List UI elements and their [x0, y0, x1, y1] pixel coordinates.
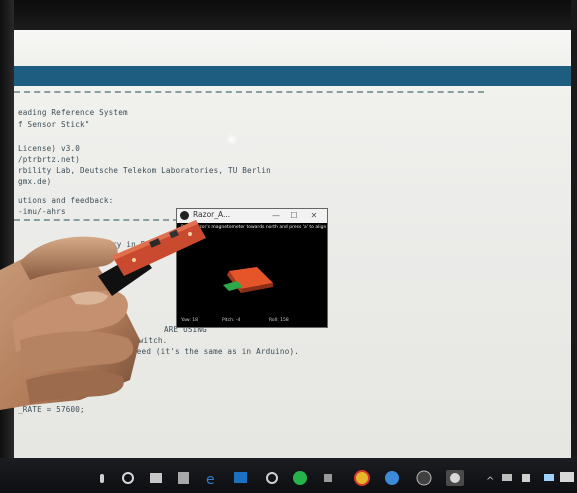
microphone-icon[interactable] — [100, 474, 104, 483]
task-view-icon[interactable] — [122, 472, 134, 484]
outlook-icon[interactable] — [234, 472, 247, 483]
active-sketch-glyph — [450, 473, 460, 483]
settings-icon[interactable] — [266, 472, 278, 484]
battery-icon[interactable] — [544, 474, 554, 481]
volume-icon[interactable] — [522, 474, 530, 482]
app-icon[interactable] — [385, 471, 399, 485]
edge-icon[interactable]: e — [206, 472, 215, 488]
taskbar-icons: e ^ — [100, 470, 574, 488]
store-icon[interactable] — [178, 472, 189, 484]
notification-icon[interactable] — [560, 472, 574, 482]
network-icon[interactable] — [502, 474, 512, 481]
processing-icon[interactable] — [416, 470, 432, 486]
chevron-up-icon[interactable]: ^ — [486, 476, 494, 487]
file-explorer-icon[interactable] — [150, 473, 162, 483]
arduino-icon[interactable] — [324, 474, 332, 482]
spotify-icon[interactable] — [293, 471, 307, 485]
chrome-icon[interactable] — [354, 470, 370, 486]
